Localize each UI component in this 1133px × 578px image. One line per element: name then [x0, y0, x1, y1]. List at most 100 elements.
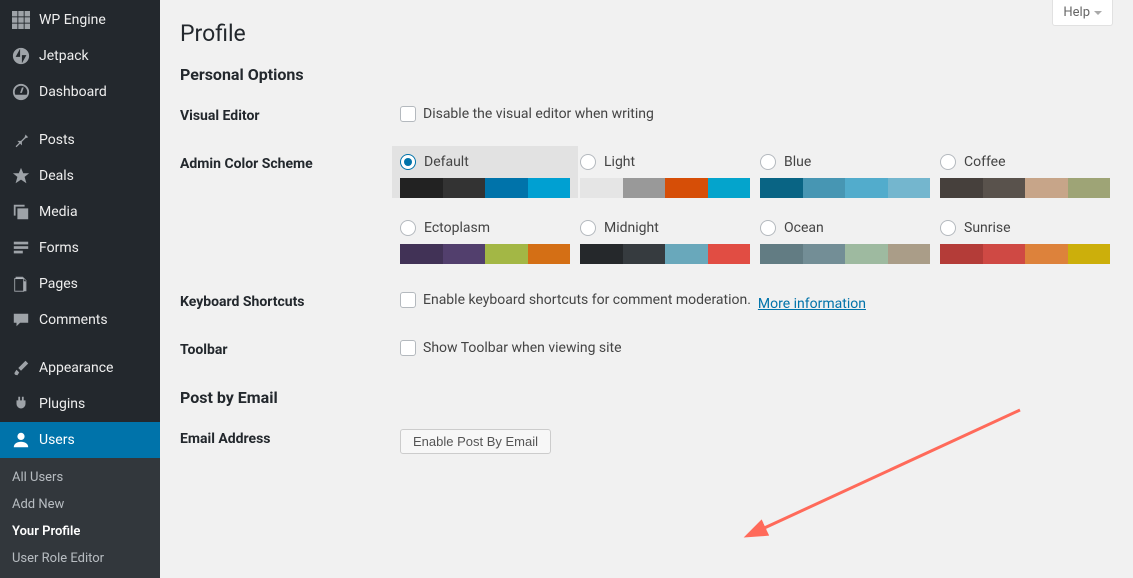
checkbox-shortcuts-label[interactable]: Enable keyboard shortcuts for comment mo…: [400, 292, 751, 308]
admin-sidebar: WP Engine Jetpack Dashboard Posts: [0, 0, 160, 566]
color-swatch: [803, 244, 846, 264]
sidebar-item-label: Appearance: [39, 360, 113, 376]
jetpack-icon: [11, 46, 31, 66]
sidebar-item-posts[interactable]: Posts: [0, 122, 160, 158]
submenu-item-all-users[interactable]: All Users: [0, 464, 160, 491]
color-scheme-radio[interactable]: [400, 154, 416, 170]
sidebar-item-label: Dashboard: [39, 84, 107, 100]
row-toolbar: Toolbar Show Toolbar when viewing site: [180, 340, 1113, 360]
color-scheme-radio[interactable]: [580, 154, 596, 170]
sidebar-item-forms[interactable]: Forms: [0, 230, 160, 266]
color-swatch: [845, 178, 888, 198]
sidebar-item-label: Deals: [39, 168, 74, 184]
color-scheme-radio[interactable]: [760, 154, 776, 170]
page-title: Profile: [180, 20, 1113, 47]
checkbox-visual-editor[interactable]: [400, 106, 416, 122]
sidebar-item-appearance[interactable]: Appearance: [0, 350, 160, 386]
star-icon: [11, 166, 31, 186]
color-scheme-option[interactable]: Sunrise: [940, 220, 1110, 264]
color-swatch: [623, 178, 666, 198]
wpengine-icon: [11, 10, 31, 30]
forms-icon: [11, 238, 31, 258]
color-scheme-head: Ocean: [760, 220, 930, 236]
sidebar-item-plugins[interactable]: Plugins: [0, 386, 160, 422]
color-scheme-radio[interactable]: [400, 220, 416, 236]
color-scheme-name: Midnight: [604, 220, 659, 236]
color-scheme-grid: Default Light Blue Coffee Ectoplasm Midnight O…: [400, 154, 1113, 264]
section-post-by-email: Post by Email: [180, 388, 1113, 407]
annotation-arrow: [740, 400, 1040, 550]
color-scheme-name: Sunrise: [964, 220, 1011, 236]
color-scheme-option[interactable]: Blue: [760, 154, 930, 198]
color-scheme-head: Light: [580, 154, 750, 170]
link-more-information[interactable]: More information: [758, 296, 866, 312]
sidebar-item-media[interactable]: Media: [0, 194, 160, 230]
checkbox-toolbar-label[interactable]: Show Toolbar when viewing site: [400, 340, 622, 356]
color-scheme-radio[interactable]: [760, 220, 776, 236]
checkbox-visual-editor-label[interactable]: Disable the visual editor when writing: [400, 106, 654, 122]
submenu-item-add-new[interactable]: Add New: [0, 491, 160, 518]
color-swatch: [803, 178, 846, 198]
color-swatch: [400, 244, 443, 264]
dashboard-icon: [11, 82, 31, 102]
color-scheme-swatches: [940, 178, 1110, 198]
sidebar-item-label: WP Engine: [39, 12, 106, 28]
checkbox-visual-editor-text: Disable the visual editor when writing: [423, 106, 654, 122]
color-scheme-option[interactable]: Midnight: [580, 220, 750, 264]
row-keyboard-shortcuts: Keyboard Shortcuts Enable keyboard short…: [180, 292, 1113, 312]
color-scheme-name: Default: [424, 154, 469, 170]
brush-icon: [11, 358, 31, 378]
color-swatch: [665, 178, 708, 198]
button-enable-post-by-email[interactable]: Enable Post By Email: [400, 429, 551, 454]
color-scheme-name: Ectoplasm: [424, 220, 490, 236]
sidebar-item-pages[interactable]: Pages: [0, 266, 160, 302]
color-scheme-name: Coffee: [964, 154, 1006, 170]
checkbox-shortcuts[interactable]: [400, 292, 416, 308]
color-swatch: [485, 244, 528, 264]
checkbox-toolbar[interactable]: [400, 340, 416, 356]
color-scheme-head: Coffee: [940, 154, 1110, 170]
submenu-item-your-profile[interactable]: Your Profile: [0, 518, 160, 545]
content-area: Help Profile Personal Options Visual Edi…: [160, 0, 1133, 566]
color-scheme-head: Midnight: [580, 220, 750, 236]
color-swatch: [888, 244, 931, 264]
sidebar-item-comments[interactable]: Comments: [0, 302, 160, 338]
sidebar-item-deals[interactable]: Deals: [0, 158, 160, 194]
color-scheme-option[interactable]: Ocean: [760, 220, 930, 264]
color-scheme-option[interactable]: Light: [580, 154, 750, 198]
color-swatch: [580, 244, 623, 264]
color-scheme-swatches: [760, 178, 930, 198]
user-icon: [11, 430, 31, 450]
color-scheme-radio[interactable]: [940, 154, 956, 170]
submenu-item-user-role-editor[interactable]: User Role Editor: [0, 545, 160, 572]
row-email-address: Email Address Enable Post By Email: [180, 429, 1113, 454]
color-scheme-option[interactable]: Default: [392, 146, 578, 198]
color-scheme-radio[interactable]: [940, 220, 956, 236]
sidebar-item-users[interactable]: Users: [0, 422, 160, 458]
sidebar-item-label: Posts: [39, 132, 75, 148]
sidebar-item-label: Pages: [39, 276, 78, 292]
color-swatch: [1025, 178, 1068, 198]
color-scheme-option[interactable]: Ectoplasm: [400, 220, 570, 264]
row-visual-editor: Visual Editor Disable the visual editor …: [180, 106, 1113, 126]
color-swatch: [760, 178, 803, 198]
color-scheme-head: Sunrise: [940, 220, 1110, 236]
color-scheme-radio[interactable]: [580, 220, 596, 236]
label-visual-editor: Visual Editor: [180, 106, 400, 124]
pages-icon: [11, 274, 31, 294]
media-icon: [11, 202, 31, 222]
color-swatch: [1068, 244, 1111, 264]
plug-icon: [11, 394, 31, 414]
color-scheme-name: Blue: [784, 154, 811, 170]
color-swatch: [760, 244, 803, 264]
help-tab[interactable]: Help: [1052, 0, 1113, 26]
sidebar-item-dashboard[interactable]: Dashboard: [0, 74, 160, 110]
color-swatch: [623, 244, 666, 264]
color-scheme-swatches: [760, 244, 930, 264]
sidebar-item-jetpack[interactable]: Jetpack: [0, 38, 160, 74]
color-swatch: [708, 178, 751, 198]
sidebar-item-wpengine[interactable]: WP Engine: [0, 2, 160, 38]
color-scheme-option[interactable]: Coffee: [940, 154, 1110, 198]
color-swatch: [485, 178, 528, 198]
sidebar-item-label: Comments: [39, 312, 108, 328]
